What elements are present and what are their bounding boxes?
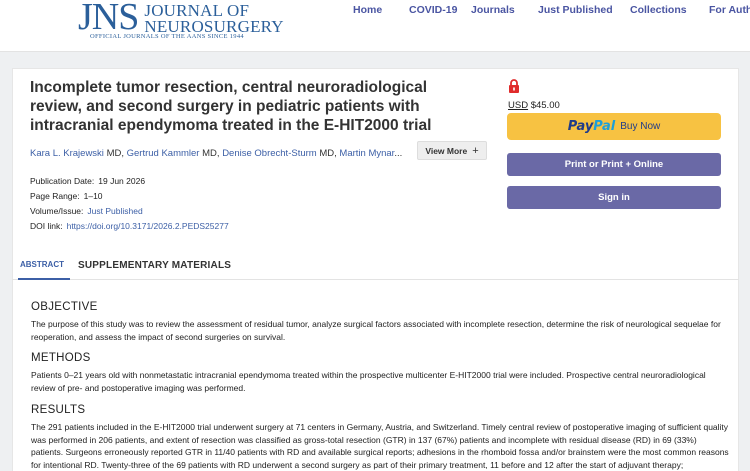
plus-icon: + (472, 144, 479, 157)
author-degree: MD (202, 148, 217, 159)
author-link[interactable]: Martin Mynar (339, 148, 394, 159)
paypal-logo: PayPal (567, 119, 616, 134)
article-tabs: ABSTRACT SUPPLEMENTARY MATERIALS (12, 256, 739, 280)
volume-issue-link[interactable]: Just Published (87, 206, 142, 216)
methods-heading: METHODS (31, 352, 91, 364)
nav-just-published[interactable]: Just Published (538, 4, 613, 16)
results-heading: RESULTS (31, 404, 86, 416)
author-truncation: ... (394, 148, 403, 159)
price-amount: $45.00 (530, 100, 560, 111)
price-currency: USD (508, 100, 529, 111)
tab-supplementary-materials[interactable]: SUPPLEMENTARY MATERIALS (78, 260, 231, 271)
publication-date-label: Publication Date: (30, 176, 95, 186)
publication-date-row: Publication Date: 19 Jun 2026 (30, 174, 229, 189)
objective-heading: OBJECTIVE (31, 301, 98, 313)
results-text: The 291 patients included in the E-HIT20… (31, 422, 729, 470)
logo-wordmark: JOURNAL OF NEUROSURGERY (144, 2, 283, 35)
sign-in-button[interactable]: Sign in (507, 186, 721, 209)
article-title: Incomplete tumor resection, central neur… (30, 79, 432, 134)
view-more-label: View More (425, 145, 468, 156)
article-metadata: Publication Date: 19 Jun 2026 Page Range:… (30, 174, 229, 234)
view-more-authors-button[interactable]: View More + (417, 141, 487, 160)
active-tab-indicator (18, 278, 70, 280)
publication-date-value: 19 Jun 2026 (98, 176, 146, 186)
author-link[interactable]: Kara L. Krajewski (30, 148, 104, 159)
volume-issue-row: Volume/Issue: Just Published (30, 204, 229, 219)
logo-mark: JNS (78, 0, 139, 38)
objective-text: The purpose of this study was to review … (31, 319, 721, 342)
author-degree: MD (319, 148, 335, 159)
author-list: Kara L. Krajewski MD, Gertrud Kammler MD… (30, 148, 403, 159)
paypal-buy-now-button[interactable]: PayPal Buy Now (507, 113, 721, 140)
page-range-value: 1–10 (83, 191, 103, 201)
lock-icon (509, 79, 519, 93)
author-link[interactable]: Gertrud Kammler (127, 148, 200, 159)
author-link[interactable]: Denise Obrecht-Sturm (222, 148, 317, 159)
site-header: JNS JOURNAL OF NEUROSURGERY OFFICIAL JOU… (0, 0, 750, 52)
nav-for-authors[interactable]: For Autho (709, 4, 750, 16)
nav-journals[interactable]: Journals (471, 4, 515, 16)
author-degree: MD (106, 148, 122, 159)
paypal-buy-label: Buy Now (620, 121, 661, 132)
page-range-label: Page Range: (30, 191, 80, 201)
page-range-row: Page Range: 1–10 (30, 189, 229, 204)
doi-link[interactable]: https://doi.org/10.3171/2026.2.PEDS25277 (67, 221, 229, 231)
doi-label: DOI link: (30, 221, 63, 231)
volume-issue-label: Volume/Issue: (30, 206, 84, 216)
nav-covid-19[interactable]: COVID-19 (409, 4, 457, 16)
methods-text: Patients 0–21 years old with nonmetastat… (31, 370, 706, 393)
nav-collections[interactable]: Collections (630, 4, 687, 16)
logo-tagline: OFFICIAL JOURNALS OF THE AANS SINCE 1944 (90, 33, 244, 40)
nav-home[interactable]: Home (353, 4, 382, 16)
tab-abstract[interactable]: ABSTRACT (20, 260, 64, 269)
price: USD $45.00 (508, 100, 560, 111)
doi-row: DOI link: https://doi.org/10.3171/2026.2.… (30, 219, 229, 234)
print-or-online-button[interactable]: Print or Print + Online (507, 153, 721, 176)
